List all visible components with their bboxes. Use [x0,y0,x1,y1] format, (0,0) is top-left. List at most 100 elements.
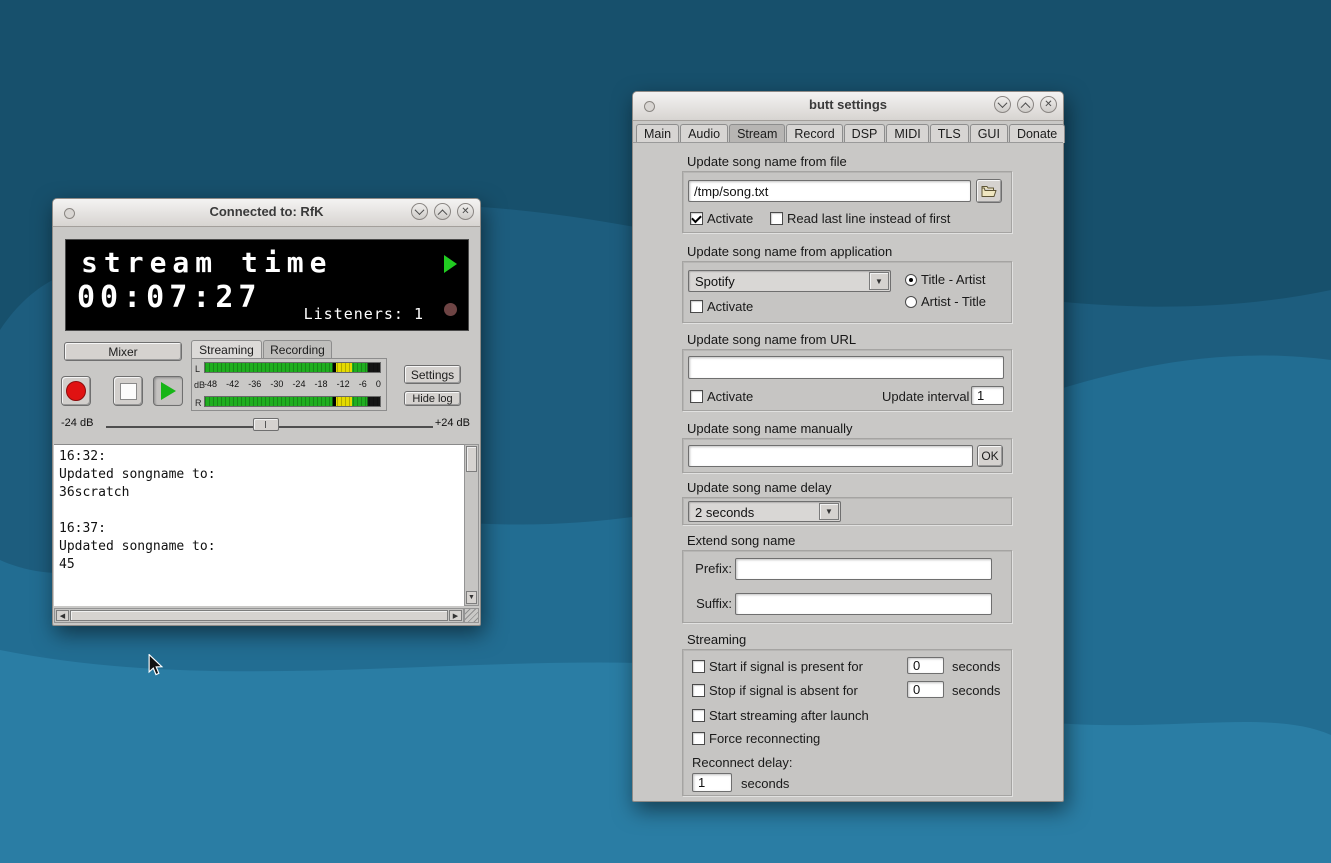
minimize-button[interactable] [994,96,1011,113]
vu-left-label: L [195,364,200,374]
activate-url-checkbox[interactable] [690,390,703,403]
read-last-line-checkbox[interactable] [770,212,783,225]
log-text: 16:32: Updated songname to: 36scratch 16… [59,448,216,574]
scroll-left-button[interactable]: ◀ [56,610,69,621]
tab-gui[interactable]: GUI [970,124,1008,143]
force-reconnect-checkbox[interactable] [692,732,705,745]
start-signal-seconds-input[interactable] [907,657,944,674]
stop-signal-unit-label: seconds [952,683,1000,698]
manual-song-input[interactable] [688,445,973,467]
suffix-input[interactable] [735,593,992,615]
tab-audio[interactable]: Audio [680,124,728,143]
v-scrollbar-thumb[interactable] [466,446,477,472]
main-titlebar[interactable]: Connected to: RfK ✕ [53,199,480,227]
stop-signal-seconds-input[interactable] [907,681,944,698]
stop-icon [120,383,137,400]
tab-donate[interactable]: Donate [1009,124,1065,143]
suffix-label: Suffix: [688,596,732,611]
minimize-button[interactable] [411,203,428,220]
delay-select[interactable]: 2 seconds ▼ [688,501,841,522]
radio-artist-title[interactable] [905,296,917,308]
tab-streaming[interactable]: Streaming [191,340,262,358]
scroll-right-button[interactable]: ▶ [449,610,462,621]
stream-time-value: 00:07:27 [77,280,262,315]
tab-midi[interactable]: MIDI [886,124,928,143]
app-select-value: Spotify [695,274,735,289]
vu-tick: 0 [376,379,381,389]
tab-main[interactable]: Main [636,124,679,143]
radio-title-artist-label: Title - Artist [921,272,986,287]
tab-label: GUI [978,127,1000,141]
tab-record[interactable]: Record [786,124,842,143]
streaming-active-icon [444,255,457,273]
maximize-button[interactable] [434,203,451,220]
file-group: Activate Read last line instead of first [682,171,1012,233]
ok-button-label: OK [981,449,998,463]
main-window: Connected to: RfK ✕ stream time 00:07:27… [52,198,481,626]
mixer-button[interactable]: Mixer [64,342,182,361]
maximize-button[interactable] [1017,96,1034,113]
tab-label: DSP [852,127,878,141]
stop-signal-label: Stop if signal is absent for [709,683,858,698]
app-select[interactable]: Spotify ▼ [688,270,891,292]
hide-log-button[interactable]: Hide log [404,391,461,406]
tab-label: Stream [737,127,777,141]
tab-recording[interactable]: Recording [263,340,332,358]
radio-title-artist[interactable] [905,274,917,286]
radio-artist-title-label: Artist - Title [921,294,986,309]
v-scrollbar[interactable]: ▼ [464,444,479,606]
reconnect-delay-label: Reconnect delay: [692,755,792,770]
reconnect-delay-input[interactable] [692,773,732,792]
ok-button[interactable]: OK [977,445,1003,467]
vu-right-label: R [195,398,202,408]
h-scrollbar-thumb[interactable] [70,610,448,621]
h-scrollbar[interactable]: ◀ ▶ [54,608,464,623]
force-reconnect-label: Force reconnecting [709,731,820,746]
start-after-launch-checkbox[interactable] [692,709,705,722]
url-group-label: Update song name from URL [687,332,856,347]
app-group: Spotify ▼ Title - Artist Artist - Title … [682,261,1012,323]
activate-file-checkbox[interactable] [690,212,703,225]
vu-tick: -12 [337,379,350,389]
vu-tick: -24 [292,379,305,389]
vu-meter: L dB -48 -42 -36 -30 -24 -18 -12 -6 0 R [191,358,387,411]
scroll-down-button[interactable]: ▼ [466,591,477,604]
update-interval-input[interactable] [971,386,1004,405]
log-output: 16:32: Updated songname to: 36scratch 16… [54,444,464,606]
prefix-input[interactable] [735,558,992,580]
file-group-label: Update song name from file [687,154,847,169]
update-interval-label: Update interval [882,389,969,404]
song-file-input[interactable] [688,180,971,202]
stop-button[interactable] [113,376,143,406]
stop-signal-checkbox[interactable] [692,684,705,697]
activate-file-label: Activate [707,211,753,226]
tab-tls[interactable]: TLS [930,124,969,143]
close-button[interactable]: ✕ [457,203,474,220]
vu-tick: -42 [226,379,239,389]
resize-grip[interactable] [464,608,479,623]
tab-dsp[interactable]: DSP [844,124,886,143]
close-button[interactable]: ✕ [1040,96,1057,113]
dropdown-arrow-icon: ▼ [819,503,839,520]
play-button[interactable] [153,376,183,406]
lcd-display: stream time 00:07:27 Listeners: 1 [65,239,469,331]
tab-stream[interactable]: Stream [729,124,785,143]
gain-max-label: +24 dB [435,417,470,429]
url-input[interactable] [688,356,1004,379]
browse-folder-button[interactable] [976,179,1002,203]
start-signal-unit-label: seconds [952,659,1000,674]
settings-button[interactable]: Settings [404,365,461,384]
folder-icon [981,185,997,198]
start-signal-checkbox[interactable] [692,660,705,673]
delay-select-value: 2 seconds [695,505,754,520]
record-button[interactable] [61,376,91,406]
scroll-right-icon: ▶ [453,612,458,620]
settings-titlebar[interactable]: butt settings ✕ [633,92,1063,121]
reconnect-delay-unit-label: seconds [741,776,789,791]
record-indicator-icon [444,303,457,316]
activate-app-checkbox[interactable] [690,300,703,313]
gain-slider-handle[interactable] [253,418,279,431]
vu-left-bar [204,362,381,373]
vu-right-bar [204,396,381,407]
delay-group-label: Update song name delay [687,480,832,495]
